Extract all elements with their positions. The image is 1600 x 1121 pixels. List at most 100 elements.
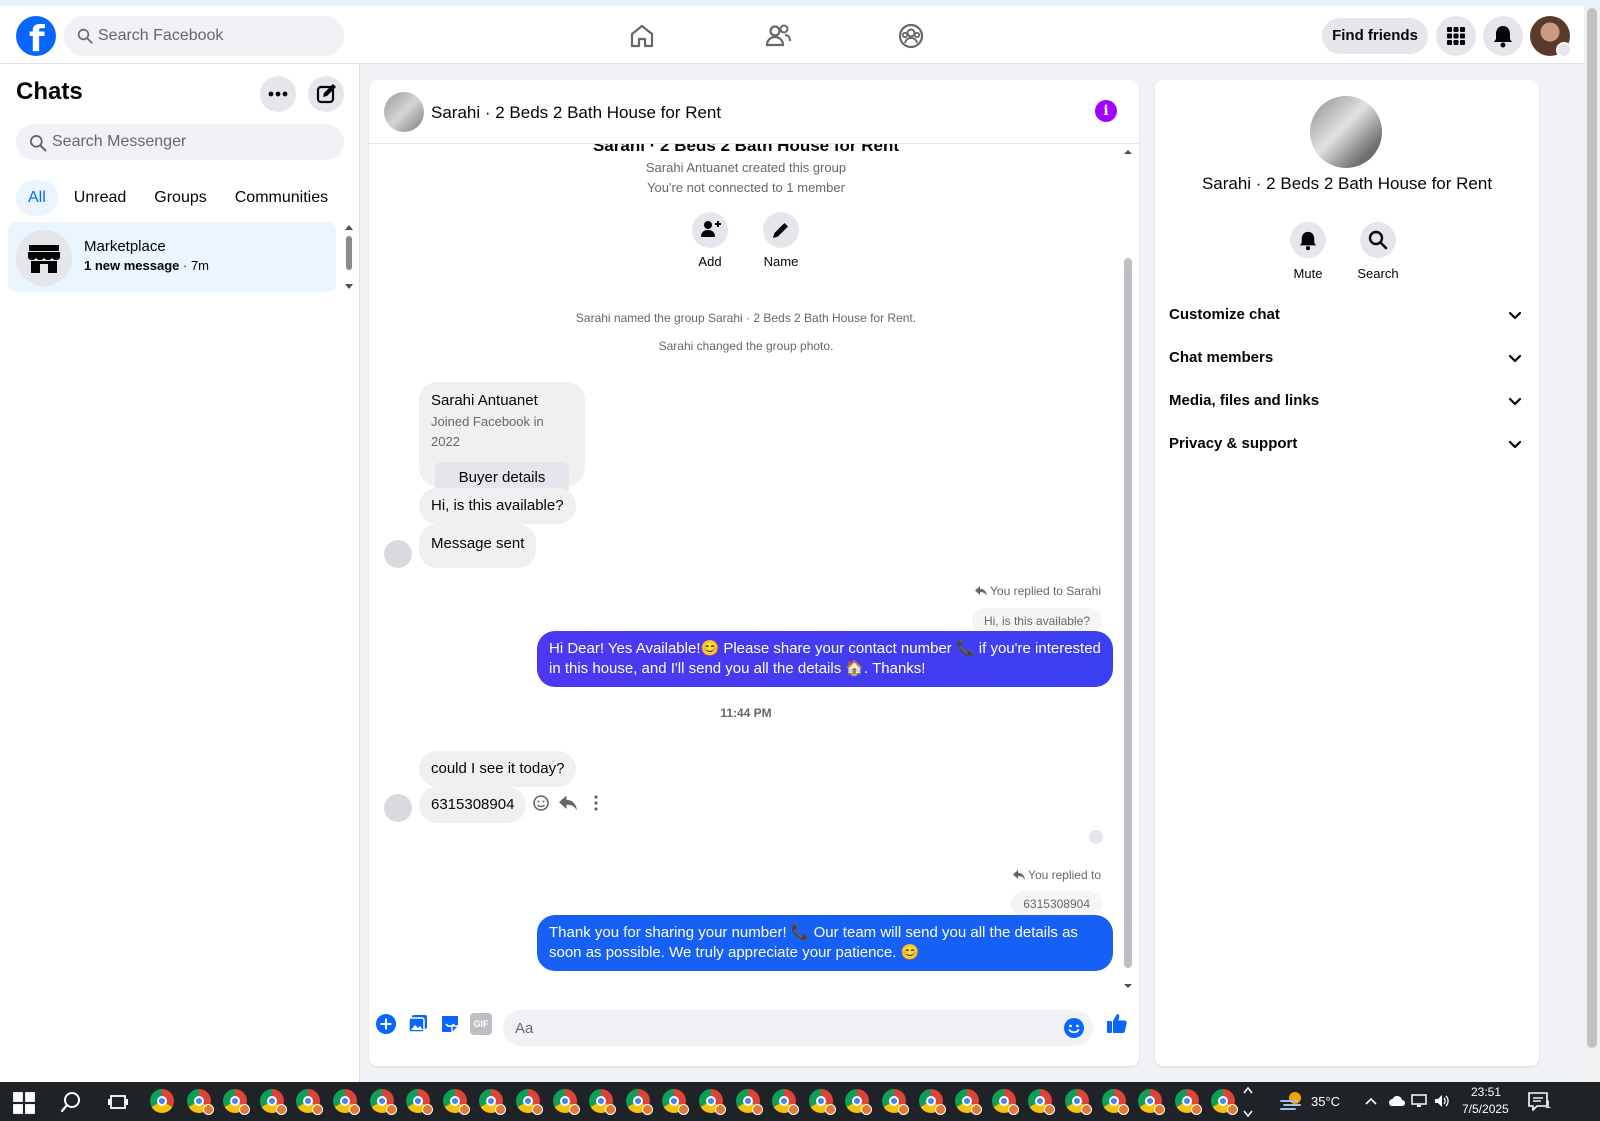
clock-date[interactable]: 7/5/2025 <box>1462 1102 1509 1116</box>
taskbar-scroll-arrows[interactable] <box>1242 1084 1254 1120</box>
sender-avatar[interactable] <box>384 540 412 568</box>
chrome-taskbar-icon[interactable] <box>1102 1089 1129 1115</box>
friends-icon[interactable] <box>762 20 794 52</box>
chrome-taskbar-icon[interactable] <box>150 1089 174 1113</box>
quoted-message[interactable]: 6315308904 <box>1011 891 1102 917</box>
chrome-taskbar-icon[interactable] <box>370 1089 397 1115</box>
info-icon[interactable]: i <box>1095 100 1117 122</box>
page-scrollbar-thumb[interactable] <box>1587 8 1597 1048</box>
mute-action[interactable]: Mute <box>1273 222 1343 281</box>
chrome-taskbar-icon[interactable] <box>992 1089 1019 1115</box>
onedrive-icon[interactable] <box>1386 1093 1406 1109</box>
group-profile-photo[interactable] <box>1310 96 1382 168</box>
react-emoji-icon[interactable] <box>532 794 550 812</box>
chrome-taskbar-icon[interactable] <box>406 1089 433 1115</box>
home-icon[interactable] <box>626 20 658 52</box>
chrome-taskbar-icon[interactable] <box>1028 1089 1055 1115</box>
emoji-icon[interactable] <box>1063 1017 1085 1039</box>
message-incoming[interactable]: 6315308904 <box>419 787 527 823</box>
message-outgoing[interactable]: Hi Dear! Yes Available!😊 Please share yo… <box>537 631 1113 687</box>
taskbar-search-icon[interactable] <box>59 1090 83 1114</box>
more-vertical-icon[interactable] <box>589 794 603 812</box>
section-privacy-support[interactable]: Privacy & support <box>1169 424 1527 464</box>
chrome-taskbar-icon[interactable] <box>553 1089 580 1115</box>
message-input-box[interactable] <box>503 1010 1093 1046</box>
filter-communities[interactable]: Communities <box>223 180 340 216</box>
chrome-taskbar-icon[interactable] <box>809 1089 836 1115</box>
chrome-taskbar-icon[interactable] <box>443 1089 470 1115</box>
message-incoming[interactable]: Hi, is this available? <box>419 488 576 524</box>
facebook-search-input[interactable] <box>98 16 328 56</box>
thread-scrollbar[interactable] <box>1120 144 1136 988</box>
thread-scrollbar-thumb[interactable] <box>1124 258 1132 968</box>
chrome-taskbar-icon[interactable] <box>882 1089 909 1115</box>
chrome-taskbar-icon[interactable] <box>333 1089 360 1115</box>
chevron-up-icon[interactable] <box>1364 1095 1378 1107</box>
chrome-taskbar-icon[interactable] <box>1175 1089 1202 1115</box>
message-incoming[interactable]: could I see it today? <box>419 751 577 787</box>
section-chat-members[interactable]: Chat members <box>1169 338 1527 378</box>
message-incoming[interactable]: Message sent <box>419 524 537 568</box>
chrome-taskbar-icon[interactable] <box>223 1089 250 1115</box>
chrome-taskbar-icon[interactable] <box>955 1089 982 1115</box>
sender-avatar[interactable] <box>384 794 412 822</box>
task-view-icon[interactable] <box>106 1090 130 1114</box>
account-avatar[interactable] <box>1530 16 1572 58</box>
chrome-taskbar-icon[interactable] <box>1065 1089 1092 1115</box>
chrome-taskbar-icon[interactable] <box>260 1089 287 1115</box>
photo-icon[interactable] <box>407 1013 429 1035</box>
chrome-taskbar-icon[interactable] <box>1138 1089 1165 1115</box>
facebook-logo[interactable]: f <box>16 16 56 60</box>
chrome-taskbar-icon[interactable] <box>479 1089 506 1115</box>
gif-icon[interactable]: GIF <box>470 1013 492 1035</box>
chrome-taskbar-icon[interactable] <box>1211 1089 1238 1115</box>
thumbs-up-icon[interactable] <box>1105 1011 1129 1035</box>
chat-item-marketplace[interactable]: Marketplace 1 new message · 7m <box>8 222 336 292</box>
search-in-chat-action[interactable]: Search <box>1343 222 1413 281</box>
add-member-action[interactable]: Add <box>678 212 742 269</box>
chrome-taskbar-icon[interactable] <box>845 1089 872 1115</box>
section-media-files-links[interactable]: Media, files and links <box>1169 381 1527 421</box>
messenger-search-input[interactable] <box>52 124 332 160</box>
chrome-taskbar-icon[interactable] <box>187 1089 214 1115</box>
plus-circle-icon[interactable] <box>375 1013 397 1035</box>
sticker-icon[interactable] <box>439 1013 461 1035</box>
reply-icon[interactable] <box>559 795 577 811</box>
chrome-taskbar-icon[interactable] <box>589 1089 616 1115</box>
filter-unread[interactable]: Unread <box>62 180 138 216</box>
filter-all[interactable]: All <box>16 180 58 216</box>
message-outgoing[interactable]: Thank you for sharing your number! 📞 Our… <box>537 915 1113 971</box>
filter-groups[interactable]: Groups <box>142 180 218 216</box>
chrome-taskbar-icon[interactable] <box>296 1089 323 1115</box>
scroll-up-arrow[interactable] <box>1120 146 1136 158</box>
temperature[interactable]: 35°C <box>1311 1094 1340 1109</box>
chats-options-button[interactable] <box>260 76 296 112</box>
facebook-search[interactable] <box>64 16 344 56</box>
scroll-down-arrow[interactable] <box>1120 980 1136 992</box>
chrome-taskbar-icon[interactable] <box>919 1089 946 1115</box>
menu-button[interactable] <box>1436 16 1476 56</box>
chrome-taskbar-icon[interactable] <box>516 1089 543 1115</box>
chat-list-scrollbar[interactable] <box>344 222 354 292</box>
weather-icon[interactable] <box>1279 1089 1305 1113</box>
network-icon[interactable] <box>1410 1093 1428 1109</box>
chrome-taskbar-icon[interactable] <box>699 1089 726 1115</box>
conversation-title[interactable]: Sarahi · 2 Beds 2 Bath House for Rent <box>431 103 721 123</box>
chrome-taskbar-icon[interactable] <box>736 1089 763 1115</box>
notifications-button[interactable] <box>1483 16 1523 56</box>
name-group-action[interactable]: Name <box>749 212 813 269</box>
section-customize-chat[interactable]: Customize chat <box>1169 295 1527 335</box>
messenger-search[interactable] <box>16 124 344 160</box>
find-friends-button[interactable]: Find friends <box>1322 18 1428 54</box>
page-scrollbar[interactable] <box>1584 6 1600 1082</box>
new-message-button[interactable] <box>308 76 344 112</box>
chrome-taskbar-icon[interactable] <box>662 1089 689 1115</box>
chrome-taskbar-icon[interactable] <box>772 1089 799 1115</box>
windows-start-icon[interactable] <box>12 1091 36 1115</box>
groups-icon[interactable] <box>895 20 927 52</box>
group-avatar[interactable] <box>384 92 424 132</box>
message-input[interactable] <box>515 1010 1055 1046</box>
volume-icon[interactable] <box>1433 1093 1451 1109</box>
clock-time[interactable]: 23:51 <box>1471 1085 1501 1099</box>
chrome-taskbar-icon[interactable] <box>626 1089 653 1115</box>
